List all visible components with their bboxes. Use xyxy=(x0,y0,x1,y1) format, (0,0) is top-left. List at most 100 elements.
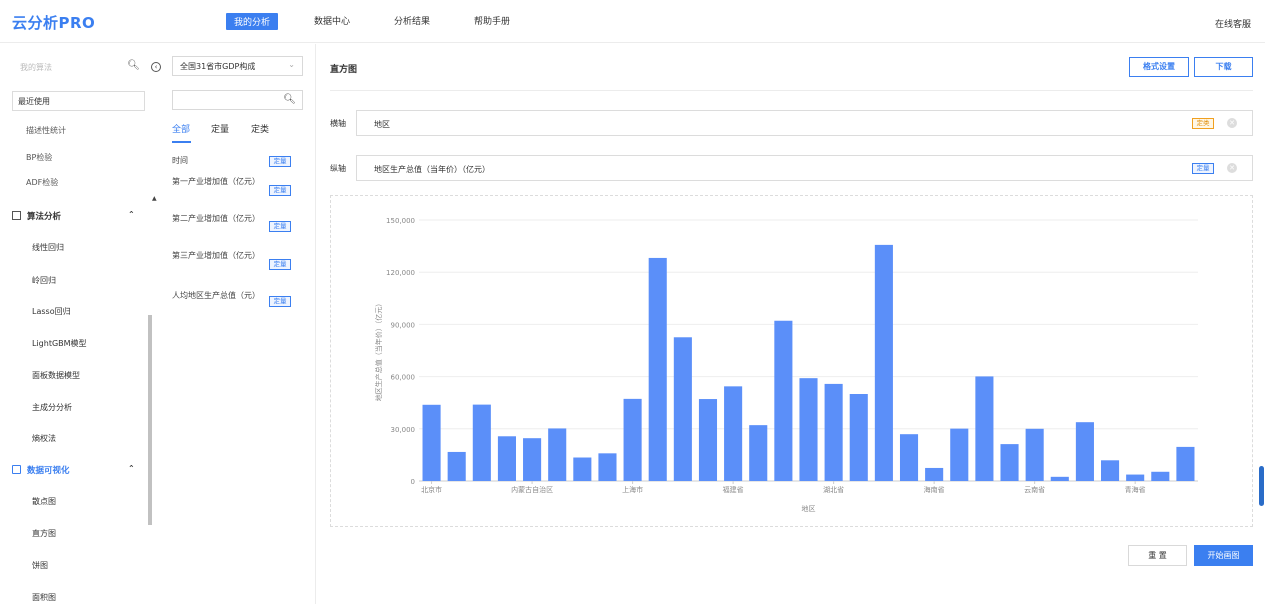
scroll-up-arrow-icon[interactable]: ▲ xyxy=(152,195,157,202)
y-tick-label: 120,000 xyxy=(386,269,415,277)
bar xyxy=(698,399,718,481)
histogram-chart: 0 30,000 60,000 90,000 120,000 150,000 北京市 内蒙古自… xyxy=(374,217,1198,513)
algorithm-search-input[interactable]: 我的算法 🔍︎ xyxy=(12,60,148,74)
chevron-up-icon[interactable]: ⌃ xyxy=(128,464,135,473)
floating-side-tab[interactable] xyxy=(1259,466,1264,506)
sidebar-item-linear-regression[interactable]: 线性回归 xyxy=(32,242,64,253)
sidebar-item-histogram[interactable]: 直方图 xyxy=(32,528,56,539)
bar xyxy=(573,457,592,481)
format-settings-button[interactable]: 格式设置 xyxy=(1129,57,1189,77)
recent-used-header[interactable]: 最近使用 xyxy=(12,91,145,111)
variable-item[interactable]: 第二产业增加值（亿元） xyxy=(172,213,262,225)
x-tick-label: 青海省 xyxy=(1125,485,1146,494)
start-drawing-button[interactable]: 开始画图 xyxy=(1194,545,1253,566)
bar xyxy=(1000,444,1019,481)
sidebar-item-entropy-weight[interactable]: 熵权法 xyxy=(32,433,56,444)
variable-item[interactable]: 第一产业增加值（亿元） xyxy=(172,176,262,188)
download-button[interactable]: 下载 xyxy=(1194,57,1253,77)
bar xyxy=(1050,476,1069,481)
x-axis-title: 地区 xyxy=(802,504,816,513)
bar xyxy=(472,404,491,481)
group-viz-label: 数据可视化 xyxy=(27,466,70,476)
tab-categorical[interactable]: 定类 xyxy=(251,122,269,135)
bar xyxy=(447,451,466,481)
bar xyxy=(1025,428,1044,481)
variable-item[interactable]: 时间 xyxy=(172,155,262,167)
search-icon[interactable]: 🔍︎ xyxy=(283,94,296,105)
quantitative-badge: 定量 xyxy=(269,221,291,232)
search-icon[interactable]: 🔍︎ xyxy=(127,60,140,71)
online-service-link[interactable]: 在线客服 xyxy=(1215,17,1251,30)
bar xyxy=(673,337,692,481)
quantitative-badge: 定量 xyxy=(269,296,291,307)
nav-help-manual[interactable]: 帮助手册 xyxy=(474,14,510,27)
sidebar-item-pca[interactable]: 主成分分析 xyxy=(32,402,72,413)
bar xyxy=(497,436,516,481)
nav-data-center[interactable]: 数据中心 xyxy=(314,14,350,27)
group-data-visualization[interactable]: 数据可视化 ⌃ xyxy=(12,464,135,476)
variable-item[interactable]: 人均地区生产总值（元） xyxy=(172,290,262,302)
reset-button[interactable]: 重 置 xyxy=(1128,545,1187,566)
y-tick-label: 0 xyxy=(411,478,415,486)
sidebar-item-ridge-regression[interactable]: 岭回归 xyxy=(32,275,56,286)
x-axis-dropzone[interactable]: 地区 定类 ✕ xyxy=(356,110,1253,136)
x-tick-label: 上海市 xyxy=(622,485,643,494)
dataset-select[interactable]: 全国31省市GDP构成 ⌄ xyxy=(172,56,303,76)
divider xyxy=(330,90,1253,91)
y-axis-label: 纵轴 xyxy=(330,164,346,173)
top-bar: 云分析PRO 我的分析 数据中心 分析结果 帮助手册 在线客服 xyxy=(0,0,1265,43)
quantitative-badge: 定量 xyxy=(269,156,291,167)
sidebar-item-bp-test[interactable]: BP检验 xyxy=(26,152,52,163)
sidebar-item-pie[interactable]: 饼图 xyxy=(32,560,48,571)
sidebar-item-adf-test[interactable]: ADF检验 xyxy=(26,177,58,188)
y-tick-label: 30,000 xyxy=(391,426,416,434)
sidebar-item-scatter[interactable]: 散点图 xyxy=(32,496,56,507)
y-tick-label: 150,000 xyxy=(386,217,415,225)
x-axis-value: 地区 xyxy=(374,120,390,129)
bar xyxy=(1101,460,1120,481)
quantitative-badge: 定量 xyxy=(1192,163,1214,174)
variable-search-input[interactable]: 🔍︎ xyxy=(172,90,303,110)
x-tick-label: 北京市 xyxy=(421,485,442,494)
bar xyxy=(824,383,843,481)
chevron-up-icon[interactable]: ⌃ xyxy=(128,210,135,219)
sidebar-item-lightgbm[interactable]: LightGBM模型 xyxy=(32,338,87,349)
sidebar-item-descriptive-stats[interactable]: 描述性统计 xyxy=(26,125,66,136)
x-axis-label: 横轴 xyxy=(330,119,346,128)
bar xyxy=(1151,471,1170,481)
bar xyxy=(774,320,793,481)
variable-item[interactable]: 第三产业增加值（亿元） xyxy=(172,250,262,262)
group-algorithm-analysis[interactable]: 算法分析 ⌃ xyxy=(12,210,135,222)
nav-analysis-results[interactable]: 分析结果 xyxy=(394,14,430,27)
tab-all[interactable]: 全部 xyxy=(172,122,190,135)
bar xyxy=(849,394,868,481)
sidebar-item-area[interactable]: 面积图 xyxy=(32,592,56,603)
collapse-left-icon[interactable]: ‹ xyxy=(151,62,161,72)
y-tick-label: 90,000 xyxy=(391,321,416,329)
active-tab-underline xyxy=(172,141,191,143)
nav-my-analysis[interactable]: 我的分析 xyxy=(226,13,279,30)
dataset-select-value: 全国31省市GDP构成 xyxy=(180,62,256,71)
quantitative-badge: 定量 xyxy=(269,259,291,270)
tab-quantitative[interactable]: 定量 xyxy=(211,122,229,135)
clear-icon[interactable]: ✕ xyxy=(1227,163,1237,173)
quantitative-badge: 定量 xyxy=(269,185,291,196)
x-tick-label: 湖北省 xyxy=(823,485,844,494)
clear-icon[interactable]: ✕ xyxy=(1227,118,1237,128)
x-tick-label: 海南省 xyxy=(924,485,945,494)
bar xyxy=(598,453,617,481)
y-axis-title: 地区生产总值（当年价）（亿元） xyxy=(374,300,383,402)
bar xyxy=(925,467,944,481)
monitor-icon xyxy=(12,465,21,474)
sidebar-item-lasso-regression[interactable]: Lasso回归 xyxy=(32,306,71,317)
bar xyxy=(422,404,441,481)
y-axis-dropzone[interactable]: 地区生产总值（当年价）（亿元） 定量 ✕ xyxy=(356,155,1253,181)
bar xyxy=(975,376,994,481)
calculator-icon xyxy=(12,211,21,220)
group-algorithm-label: 算法分析 xyxy=(27,212,62,222)
sidebar-item-panel-model[interactable]: 面板数据模型 xyxy=(32,370,80,381)
bar xyxy=(1126,474,1145,481)
app-logo[interactable]: 云分析PRO xyxy=(12,12,95,33)
page-title: 直方图 xyxy=(330,65,358,75)
bar xyxy=(899,434,919,481)
